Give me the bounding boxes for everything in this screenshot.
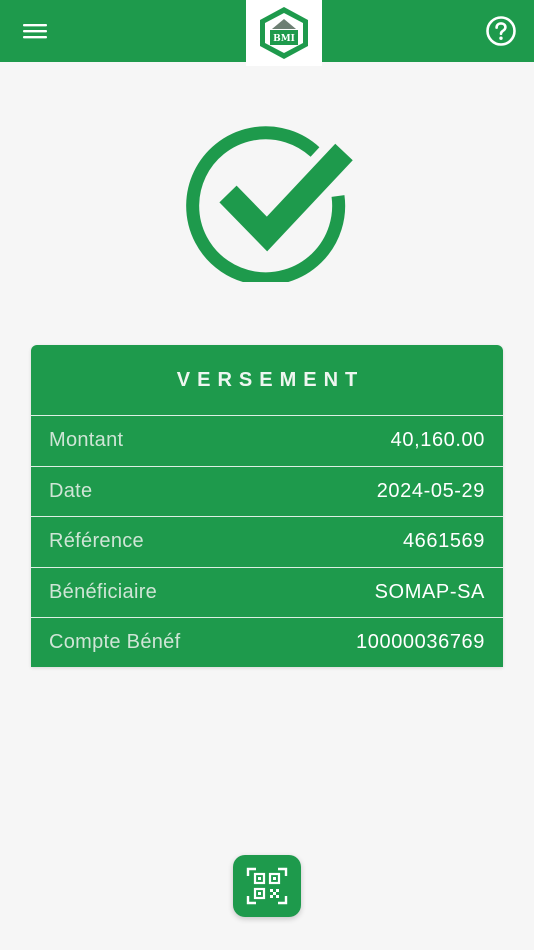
row-amount: Montant 40,160.00 xyxy=(31,416,503,467)
success-indicator xyxy=(180,122,360,286)
beneficiary-account-label: Compte Bénéf xyxy=(49,631,181,654)
help-icon xyxy=(486,16,516,46)
row-reference: Référence 4661569 xyxy=(31,517,503,568)
date-value: 2024-05-29 xyxy=(376,479,485,502)
bmi-logo-icon: BMI xyxy=(260,7,308,59)
row-beneficiary-account: Compte Bénéf 10000036769 xyxy=(31,618,503,667)
qr-code-button[interactable] xyxy=(233,855,301,917)
reference-value: 4661569 xyxy=(402,530,485,553)
qr-code-icon xyxy=(246,867,288,905)
bank-logo: BMI xyxy=(246,0,322,66)
row-beneficiary: Bénéficiaire SOMAP-SA xyxy=(31,568,503,618)
receipt-screen: BMI VERSEMENT Montant 40,160.00 Date 202… xyxy=(0,0,534,950)
card-title: VERSEMENT xyxy=(31,345,503,416)
menu-button[interactable] xyxy=(14,14,56,48)
app-header: BMI xyxy=(0,0,534,66)
help-button[interactable] xyxy=(482,12,520,50)
row-date: Date 2024-05-29 xyxy=(31,467,503,517)
beneficiary-label: Bénéficiaire xyxy=(49,580,158,603)
beneficiary-account-value: 10000036769 xyxy=(356,631,485,654)
beneficiary-value: SOMAP-SA xyxy=(374,580,485,603)
amount-label: Montant xyxy=(49,429,124,452)
transaction-card: VERSEMENT Montant 40,160.00 Date 2024-05… xyxy=(31,345,503,667)
date-label: Date xyxy=(49,479,93,502)
logo-text: BMI xyxy=(273,34,295,44)
amount-value: 40,160.00 xyxy=(390,429,485,452)
check-circle-icon xyxy=(186,126,353,286)
menu-icon xyxy=(23,24,47,39)
reference-label: Référence xyxy=(49,530,144,553)
